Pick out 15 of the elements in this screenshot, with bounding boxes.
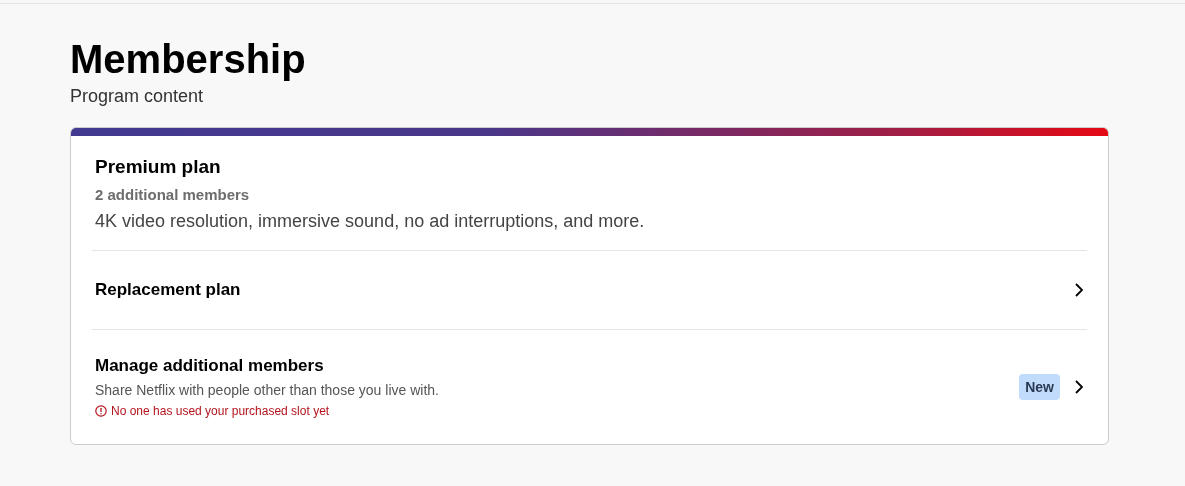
page-subtitle: Program content <box>70 86 204 107</box>
warning-text: No one has used your purchased slot yet <box>111 404 330 418</box>
link-label: Replacement plan <box>95 280 241 300</box>
plan-name: Premium plan <box>95 156 221 178</box>
link-description: Share Netflix with people other than those you live with. <box>95 382 439 398</box>
alert-icon <box>95 405 107 417</box>
page-title: Membership <box>70 36 306 82</box>
link-label: Manage additional members <box>95 356 324 376</box>
chevron-right-icon <box>1074 379 1084 395</box>
plan-members: 2 additional members <box>95 186 250 203</box>
plan-features: 4K video resolution, immersive sound, no ad interruptions, and more. <box>95 211 645 232</box>
settings-link-row[interactable]: Replacement plan <box>71 251 1108 329</box>
chevron-right-icon <box>1074 282 1084 298</box>
new-badge: New <box>1019 374 1060 400</box>
settings-link-row[interactable]: Manage additional members Share Netflix with people other than those you live with. No one has used your purchased slot yet New <box>71 330 1108 444</box>
